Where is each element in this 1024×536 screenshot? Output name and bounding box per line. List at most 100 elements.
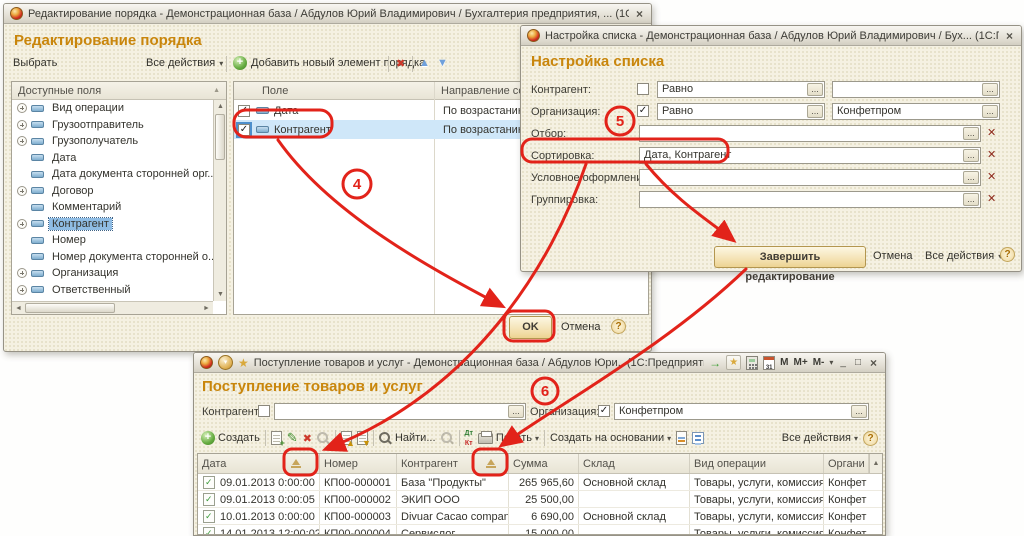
all-actions-button[interactable]: Все действия ▾: [146, 57, 223, 69]
scrollbar-thumb[interactable]: [215, 114, 225, 160]
memory-plus-button[interactable]: M+: [794, 357, 808, 368]
refresh-icon[interactable]: [317, 432, 330, 445]
expand-icon[interactable]: [17, 186, 27, 196]
maximize-icon[interactable]: □: [853, 357, 863, 368]
checkbox-checked[interactable]: ✓: [238, 105, 250, 117]
column-header-date[interactable]: Дата: [198, 454, 320, 473]
organization-value-field[interactable]: Конфетпром ...: [832, 103, 1000, 120]
edit-pencil-icon[interactable]: ✎: [287, 430, 298, 446]
ok-button[interactable]: OK: [509, 316, 552, 339]
delete-icon[interactable]: ✖: [396, 57, 405, 70]
close-icon[interactable]: ×: [1004, 29, 1015, 43]
clear-filter-icon[interactable]: ✕: [987, 126, 996, 139]
list-settings-title-bar[interactable]: Настройка списка - Демонстрационная база…: [521, 26, 1021, 46]
move-down-icon[interactable]: ▼: [437, 57, 448, 69]
more-button[interactable]: ...: [982, 83, 998, 96]
tree-item[interactable]: Ответственный: [12, 282, 213, 299]
scroll-down-icon[interactable]: ▼: [214, 288, 227, 301]
clear-sorting-icon[interactable]: ✕: [987, 148, 996, 161]
tree-item[interactable]: Дата документа сторонней орг...: [12, 166, 213, 183]
sorting-field[interactable]: Дата, Контрагент ...: [639, 147, 981, 164]
close-icon[interactable]: ×: [634, 7, 645, 21]
organization-filter-checkbox[interactable]: ✓: [637, 105, 649, 117]
help-button[interactable]: ?: [611, 319, 626, 334]
help-button[interactable]: ?: [863, 431, 878, 446]
tree-item[interactable]: Договор: [12, 183, 213, 200]
tree-item-selected[interactable]: Контрагент: [12, 216, 213, 233]
more-button[interactable]: ...: [807, 105, 823, 118]
appearance-field[interactable]: ...: [639, 169, 981, 186]
cancel-search-icon[interactable]: [441, 432, 454, 445]
finish-editing-button[interactable]: Завершить редактирование: [714, 246, 866, 268]
close-icon[interactable]: ×: [868, 356, 879, 370]
tree-item[interactable]: Организация: [12, 265, 213, 282]
table-row[interactable]: 09.01.2013 0:00:05 КП00-000002 ЭКИП ООО …: [198, 491, 882, 508]
more-button[interactable]: ...: [963, 193, 979, 206]
move-up-icon[interactable]: ▲: [419, 57, 430, 69]
cancel-button[interactable]: Отмена: [873, 250, 912, 262]
expand-icon[interactable]: [17, 285, 27, 295]
expand-icon[interactable]: [17, 136, 27, 146]
filter-field[interactable]: ...: [639, 125, 981, 142]
contractor-op-combo[interactable]: Равно ...: [657, 81, 825, 98]
column-header-org[interactable]: Органи: [824, 454, 869, 473]
column-header-sum[interactable]: Сумма: [509, 454, 579, 473]
vertical-scrollbar[interactable]: ▲ ▼: [213, 100, 226, 301]
scroll-up-icon[interactable]: ▲: [869, 454, 882, 473]
more-button[interactable]: ...: [807, 83, 823, 96]
select-button[interactable]: Выбрать: [13, 57, 57, 69]
more-button[interactable]: ...: [963, 171, 979, 184]
tree-item[interactable]: Номер: [12, 232, 213, 249]
system-menu-icon[interactable]: ▾: [218, 355, 233, 370]
list-settings-icon[interactable]: [692, 432, 704, 444]
organization-op-combo[interactable]: Равно ...: [657, 103, 825, 120]
calculator-icon[interactable]: [746, 356, 758, 370]
more-button[interactable]: ...: [982, 105, 998, 118]
grouping-field[interactable]: ...: [639, 191, 981, 208]
post-document-icon[interactable]: ▲: [341, 431, 352, 445]
report-icon[interactable]: [676, 431, 687, 445]
contractor-filter-field[interactable]: ...: [274, 403, 526, 420]
copy-document-icon[interactable]: +: [271, 431, 282, 445]
create-button[interactable]: + Создать: [201, 431, 260, 445]
table-header-row[interactable]: Дата Номер Контрагент Сумма Склад Вид оп…: [198, 454, 882, 474]
edit-order-title-bar[interactable]: Редактирование порядка - Демонстрационна…: [4, 4, 651, 24]
tree-item[interactable]: Грузоотправитель: [12, 117, 213, 134]
table-row[interactable]: 10.01.2013 0:00:00 КП00-000003 Divuar Ca…: [198, 508, 882, 525]
more-button[interactable]: ...: [851, 405, 867, 418]
table-row[interactable]: 09.01.2013 0:00:00 КП00-000001 База "Про…: [198, 474, 882, 491]
organization-filter-checkbox[interactable]: ✓: [598, 405, 610, 417]
organization-filter-field[interactable]: Конфетпром ...: [614, 403, 869, 420]
column-header-optype[interactable]: Вид операции: [690, 454, 824, 473]
clear-appearance-icon[interactable]: ✕: [987, 170, 996, 183]
favorites-star-icon[interactable]: ★: [238, 357, 249, 369]
more-button[interactable]: ...: [508, 405, 524, 418]
clear-grouping-icon[interactable]: ✕: [987, 192, 996, 205]
go-arrow-icon[interactable]: →: [709, 357, 721, 369]
memory-minus-button[interactable]: M-: [813, 357, 825, 368]
tree-item[interactable]: Грузополучатель: [12, 133, 213, 150]
unpost-document-icon[interactable]: ▼: [357, 431, 368, 445]
more-button[interactable]: ...: [963, 149, 979, 162]
contractor-filter-checkbox[interactable]: [258, 405, 270, 417]
help-button[interactable]: ?: [1000, 247, 1015, 262]
cancel-button[interactable]: Отмена: [561, 321, 600, 333]
minimize-icon[interactable]: _: [838, 357, 848, 368]
column-header-number[interactable]: Номер: [320, 454, 397, 473]
expand-icon[interactable]: [17, 120, 27, 130]
calendar-icon[interactable]: 31: [763, 356, 775, 370]
memory-button[interactable]: M: [780, 357, 788, 368]
contractor-filter-checkbox[interactable]: [637, 83, 649, 95]
add-favorite-icon[interactable]: ★: [726, 355, 741, 370]
all-actions-button[interactable]: Все действия ▾: [782, 432, 858, 444]
tree-item[interactable]: Комментарий: [12, 199, 213, 216]
debit-credit-icon[interactable]: Дт Кт: [465, 430, 473, 447]
tree-item[interactable]: Вид операции: [12, 100, 213, 117]
tree-item[interactable]: Номер документа сторонней о...: [12, 249, 213, 266]
sort-asc-icon[interactable]: [486, 459, 498, 469]
sort-asc-icon[interactable]: [291, 459, 303, 469]
print-button[interactable]: Печать ▾: [478, 432, 539, 444]
scrollbar-thumb[interactable]: [25, 303, 115, 313]
tree-item[interactable]: Дата: [12, 150, 213, 167]
scroll-left-icon[interactable]: ◄: [12, 302, 25, 315]
